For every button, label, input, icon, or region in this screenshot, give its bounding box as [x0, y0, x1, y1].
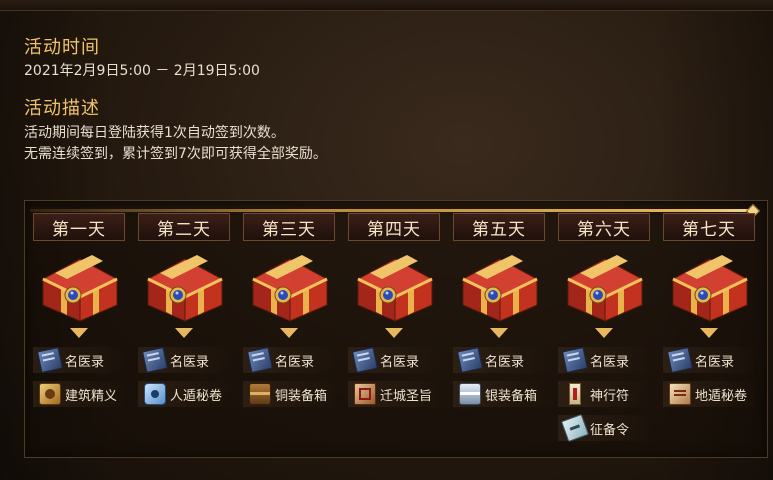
scroll-icon: [669, 383, 691, 405]
reward-item-label: 铜装备箱: [275, 388, 328, 404]
reward-item[interactable]: 名医录: [558, 346, 650, 374]
reward-item-label: 名医录: [590, 354, 630, 370]
reward-item-label: 名医录: [275, 354, 315, 370]
reward-item[interactable]: 名医录: [243, 346, 335, 374]
chest-marker-icon: [175, 328, 193, 338]
day-header: 第一天: [33, 213, 125, 241]
treasure-chest-icon[interactable]: [667, 251, 753, 325]
chest-marker-icon: [280, 328, 298, 338]
day-header: 第七天: [663, 213, 755, 241]
reward-item[interactable]: 名医录: [33, 346, 125, 374]
scroll-icon: [144, 383, 166, 405]
treasure-chest-icon[interactable]: [457, 251, 543, 325]
reward-item-label: 名医录: [65, 354, 105, 370]
day-header: 第六天: [558, 213, 650, 241]
chest-marker-icon: [70, 328, 88, 338]
day-header: 第五天: [453, 213, 545, 241]
book-icon: [246, 346, 274, 374]
reward-item[interactable]: 名医录: [453, 346, 545, 374]
chest-icon: [459, 383, 481, 405]
treasure-chest-icon[interactable]: [37, 251, 123, 325]
reward-item[interactable]: 神行符: [558, 381, 650, 407]
reward-item-label: 名医录: [695, 354, 735, 370]
reward-item[interactable]: 名医录: [138, 346, 230, 374]
reward-item[interactable]: 征备令: [558, 413, 650, 443]
chest-marker-icon: [490, 328, 508, 338]
day-column-3: 第三天 名医录 铜装备箱: [243, 213, 335, 453]
day-column-1: 第一天 名医录 建筑精义: [33, 213, 125, 453]
reward-item[interactable]: 银装备箱: [453, 381, 545, 407]
reward-item-label: 人遁秘卷: [170, 388, 223, 404]
order-icon: [560, 413, 590, 443]
day-column-7: 第七天 名医录 地遁秘卷: [663, 213, 755, 453]
scroll-icon: [39, 383, 61, 405]
reward-item-label: 征备令: [590, 422, 630, 438]
talisman-icon: [569, 383, 581, 405]
activity-time-title: 活动时间: [24, 37, 100, 58]
book-icon: [561, 346, 589, 374]
reward-item-label: 神行符: [590, 388, 630, 404]
chest-marker-icon: [385, 328, 403, 338]
reward-item[interactable]: 名医录: [663, 346, 755, 374]
reward-item-label: 建筑精义: [65, 388, 118, 404]
reward-item-label: 迁城圣旨: [380, 388, 433, 404]
activity-description-line-1: 活动期间每日登陆获得1次自动签到次数。: [24, 125, 285, 141]
day-column-4: 第四天 名医录 迁城圣旨: [348, 213, 440, 453]
reward-item[interactable]: 铜装备箱: [243, 381, 335, 407]
chest-marker-icon: [595, 328, 613, 338]
book-icon: [351, 346, 379, 374]
reward-item-label: 银装备箱: [485, 388, 538, 404]
book-icon: [456, 346, 484, 374]
activity-description-title: 活动描述: [24, 98, 100, 119]
reward-item[interactable]: 地遁秘卷: [663, 381, 755, 407]
book-icon: [666, 346, 694, 374]
day-column-6: 第六天 名医录 神行符 征备令: [558, 213, 650, 453]
reward-item[interactable]: 建筑精义: [33, 381, 125, 407]
edict-icon: [354, 383, 376, 405]
day-header: 第四天: [348, 213, 440, 241]
reward-item-label: 名医录: [170, 354, 210, 370]
book-icon: [141, 346, 169, 374]
reward-item[interactable]: 名医录: [348, 346, 440, 374]
day-column-2: 第二天 名医录 人遁秘卷: [138, 213, 230, 453]
reward-item-label: 地遁秘卷: [695, 388, 748, 404]
chest-marker-icon: [700, 328, 718, 338]
activity-time-range: 2021年2月9日5:00 － 2月19日5:00: [24, 63, 260, 79]
day-header: 第二天: [138, 213, 230, 241]
reward-item[interactable]: 迁城圣旨: [348, 381, 440, 407]
top-frame: [0, 0, 773, 11]
activity-description-line-2: 无需连续签到，累计签到7次即可获得全部奖励。: [24, 146, 327, 162]
treasure-chest-icon[interactable]: [352, 251, 438, 325]
day-column-5: 第五天 名医录 银装备箱: [453, 213, 545, 453]
progress-line: [30, 209, 752, 212]
treasure-chest-icon[interactable]: [247, 251, 333, 325]
treasure-chest-icon[interactable]: [142, 251, 228, 325]
book-icon: [36, 346, 64, 374]
reward-item-label: 名医录: [380, 354, 420, 370]
day-header: 第三天: [243, 213, 335, 241]
reward-item[interactable]: 人遁秘卷: [138, 381, 230, 407]
treasure-chest-icon[interactable]: [562, 251, 648, 325]
reward-item-label: 名医录: [485, 354, 525, 370]
chest-icon: [249, 383, 271, 405]
